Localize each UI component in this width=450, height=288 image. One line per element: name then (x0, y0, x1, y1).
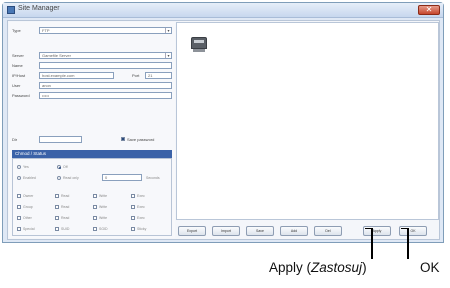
checkbox[interactable] (131, 216, 135, 220)
host-field[interactable]: host.example.com (39, 72, 114, 79)
save-password-checkbox[interactable] (121, 137, 125, 141)
type-label: Type (12, 28, 21, 33)
path-field[interactable] (39, 136, 82, 143)
apply-annotation-text: Apply ( (269, 260, 312, 275)
chevron-down-icon[interactable]: ▾ (165, 53, 171, 58)
site-settings-panel: Type FTP ▾ Server Gamefile Server ▾ Name… (9, 22, 175, 238)
checkbox-label: Write (99, 205, 108, 209)
checkbox-label: Write (99, 194, 108, 198)
site-list-panel[interactable] (176, 22, 439, 220)
checkbox-label: Exec (137, 205, 145, 209)
save-password-label: Save password (127, 137, 155, 142)
apply-annotation-close: ) (362, 260, 367, 275)
checkbox[interactable] (93, 194, 97, 198)
checkbox-label: Exec (137, 216, 145, 220)
user-label: User (12, 83, 21, 88)
port-field[interactable]: 21 (145, 72, 172, 79)
radio-yes[interactable] (17, 165, 21, 169)
checkbox[interactable] (17, 205, 21, 209)
ok-annotation: OK (420, 260, 440, 275)
checkbox-label: Write (99, 216, 108, 220)
chevron-down-icon[interactable]: ▾ (165, 28, 171, 33)
checkbox[interactable] (55, 216, 59, 220)
value-field[interactable]: 0 (102, 174, 142, 181)
path-label: Dir (12, 137, 18, 142)
checkbox[interactable] (17, 194, 21, 198)
checkbox[interactable] (131, 227, 135, 231)
radio-off[interactable] (57, 165, 61, 169)
checkbox[interactable] (93, 205, 97, 209)
advanced-section: Yes Off Enabled Read only 0 Seconds Owne… (12, 158, 172, 236)
checkbox[interactable] (55, 205, 59, 209)
apply-callout-line (371, 228, 373, 259)
checkbox-label: Group (23, 205, 33, 209)
ok-callout-tick (401, 228, 409, 229)
title-bar: Site Manager ✕ (3, 3, 443, 18)
type-value: FTP (42, 28, 50, 33)
radio-read-only[interactable] (57, 176, 61, 180)
radio-read-only-label: Read only (63, 176, 79, 180)
type-select[interactable]: FTP ▾ (39, 27, 172, 34)
server-select[interactable]: Gamefile Server ▾ (39, 52, 172, 59)
radio-off-label: Off (63, 165, 68, 169)
checkbox-label: Read (61, 194, 70, 198)
password-field[interactable]: ••••• (39, 92, 172, 99)
checkbox-label: Sticky (137, 227, 147, 231)
delete-button[interactable]: Del (314, 226, 342, 236)
window-body: Type FTP ▾ Server Gamefile Server ▾ Name… (7, 20, 440, 240)
value-suffix: Seconds (146, 176, 160, 180)
checkbox-label: Owner (23, 194, 34, 198)
window-title: Site Manager (18, 5, 60, 12)
user-field[interactable]: anon (39, 82, 172, 89)
apply-annotation-italic: Zastosuj (311, 260, 363, 275)
checkbox-label: Special (23, 227, 35, 231)
checkbox[interactable] (131, 194, 135, 198)
server-value: Gamefile Server (42, 53, 71, 58)
apply-callout-tick (365, 228, 373, 229)
site-manager-window: Site Manager ✕ Type FTP ▾ Server Gamefil… (2, 2, 444, 243)
name-field[interactable] (39, 62, 172, 69)
name-label: Name (12, 63, 23, 68)
password-label: Password (12, 93, 30, 98)
checkbox-label: Other (23, 216, 32, 220)
checkbox[interactable] (55, 227, 59, 231)
checkbox-label: SUID (61, 227, 70, 231)
checkbox-label: Exec (137, 194, 145, 198)
button-bar: Export Import Save Add Del Apply OK (176, 223, 439, 239)
port-label: Port (132, 73, 140, 78)
checkbox[interactable] (93, 227, 97, 231)
add-button[interactable]: Add (280, 226, 308, 236)
checkbox[interactable] (17, 216, 21, 220)
server-label: Server (12, 53, 24, 58)
export-button[interactable]: Export (178, 226, 206, 236)
advanced-section-header: Chmod / Status (12, 150, 172, 158)
host-label: IP/Host (12, 73, 26, 78)
ok-callout-line (407, 228, 409, 259)
import-button[interactable]: Import (212, 226, 240, 236)
checkbox-label: SGID (99, 227, 108, 231)
checkbox[interactable] (55, 194, 59, 198)
checkbox-label: Read (61, 205, 70, 209)
checkbox-label: Read (61, 216, 70, 220)
app-icon (7, 6, 15, 14)
close-icon[interactable]: ✕ (418, 5, 440, 15)
site-icon[interactable] (191, 37, 207, 52)
save-button[interactable]: Save (246, 226, 274, 236)
radio-yes-label: Yes (23, 165, 29, 169)
radio-enabled[interactable] (17, 176, 21, 180)
apply-annotation: Apply (Zastosuj) (269, 260, 367, 275)
radio-enabled-label: Enabled (23, 176, 36, 180)
checkbox[interactable] (17, 227, 21, 231)
checkbox[interactable] (131, 205, 135, 209)
checkbox[interactable] (93, 216, 97, 220)
